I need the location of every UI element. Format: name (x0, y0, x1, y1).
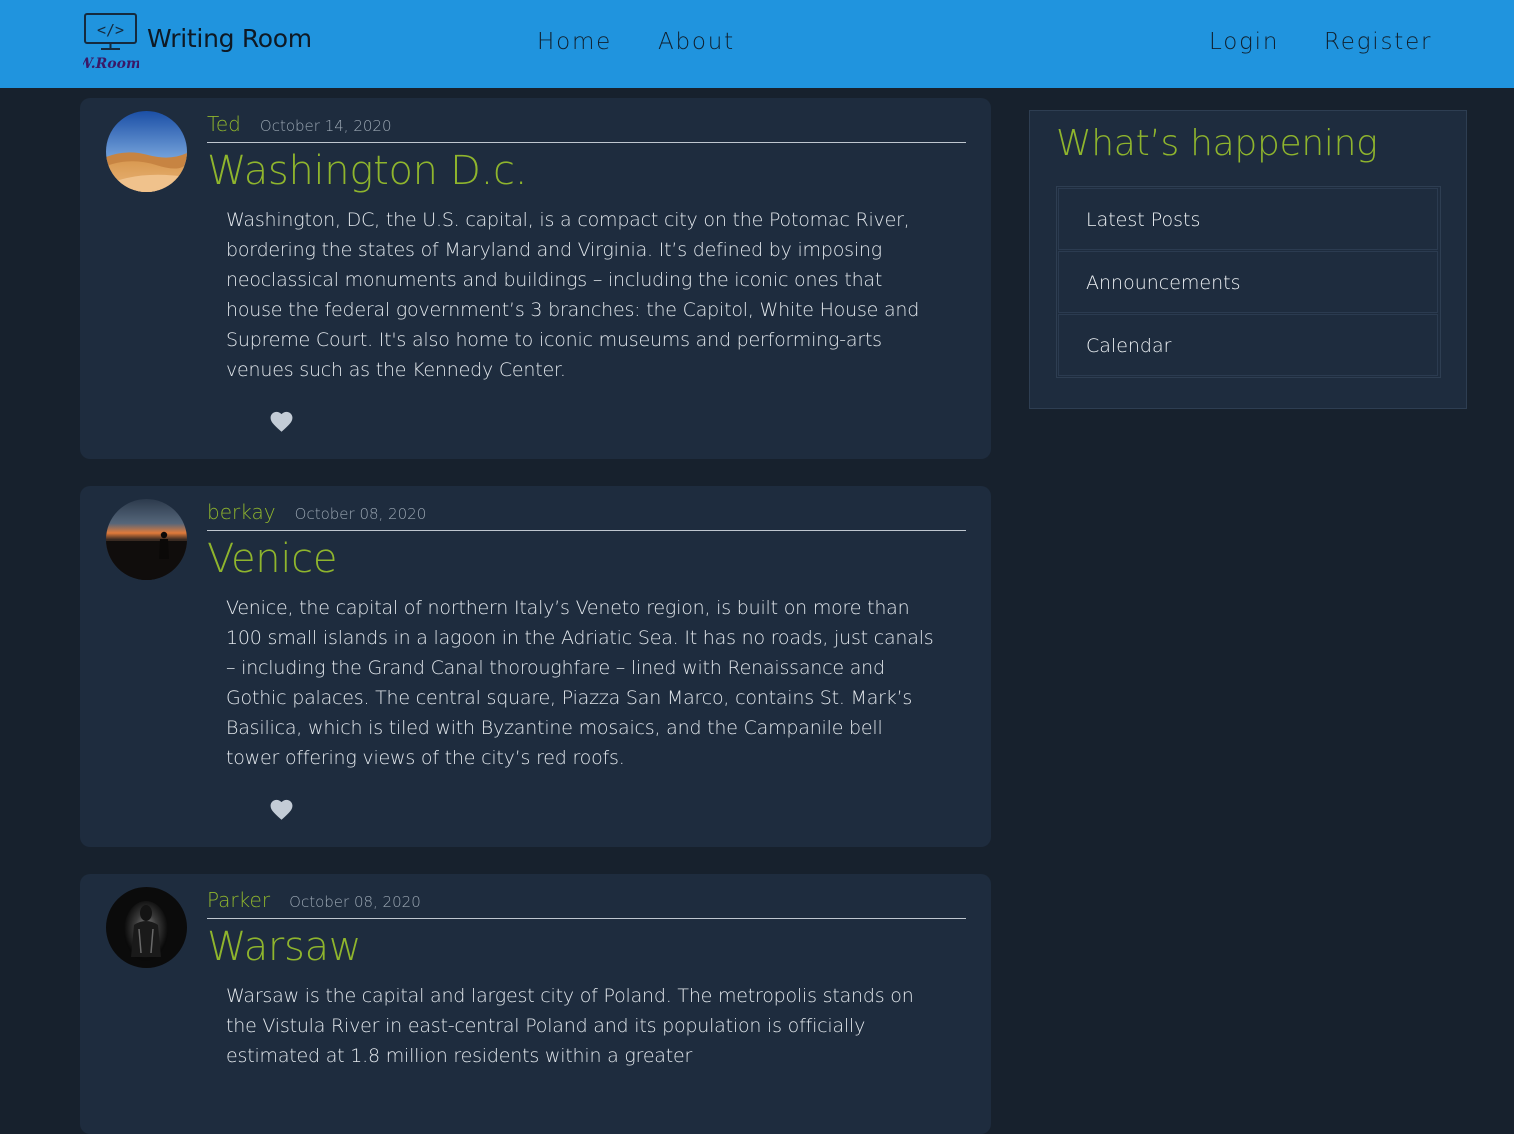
navbar: </> W.Room Writing Room Home About Login… (0, 0, 1514, 88)
post-author-link[interactable]: Parker (207, 888, 270, 912)
like-button[interactable] (269, 409, 294, 433)
sidebar-heading: What’s happening (1056, 123, 1378, 164)
post-date: October 08, 2020 (289, 893, 421, 911)
desert-dunes-avatar[interactable] (106, 111, 187, 192)
post-author-link[interactable]: Ted (207, 112, 241, 136)
sidebar-item-calendar[interactable]: Calendar (1058, 314, 1438, 376)
code-monitor-icon: </> W.Room (83, 13, 139, 72)
post-card: Parker October 08, 2020 Warsaw Warsaw is… (80, 874, 991, 1134)
sidebar-item-latest-posts[interactable]: Latest Posts (1058, 188, 1438, 250)
like-button[interactable] (269, 797, 294, 821)
sidebar-list: Latest Posts Announcements Calendar (1056, 186, 1441, 378)
post-title-link[interactable]: Warsaw (207, 924, 362, 970)
post-content: Warsaw is the capital and largest city o… (226, 985, 914, 1067)
post-author-link[interactable]: berkay (207, 500, 276, 524)
brand-link[interactable]: </> W.Room Writing Room (83, 12, 323, 74)
post-title-link[interactable]: Venice (207, 536, 337, 582)
svg-text:</>: </> (97, 21, 124, 39)
nav-home-link[interactable]: Home (537, 27, 612, 57)
nav-register-link[interactable]: Register (1324, 27, 1432, 57)
post-content: Washington, DC, the U.S. capital, is a c… (226, 209, 920, 381)
post-title-link[interactable]: Washington D.c. (207, 148, 527, 194)
post-meta: berkay October 08, 2020 (207, 500, 966, 531)
post-content: Venice, the capital of northern Italy’s … (226, 597, 934, 769)
post-date: October 08, 2020 (294, 505, 427, 523)
post-date: October 14, 2020 (259, 117, 392, 135)
post-meta: Parker October 08, 2020 (207, 888, 966, 919)
sidebar: What’s happening Latest Posts Announceme… (1029, 110, 1467, 409)
dark-figure-avatar[interactable] (106, 887, 187, 968)
svg-text:W.Room: W.Room (83, 56, 139, 72)
post-meta: Ted October 14, 2020 (207, 112, 966, 143)
sunset-silhouette-avatar[interactable] (106, 499, 187, 580)
heart-icon (270, 411, 293, 432)
nav-about-link[interactable]: About (658, 27, 735, 57)
post-card: Ted October 14, 2020 Washington D.c. Was… (80, 98, 991, 459)
nav-login-link[interactable]: Login (1209, 27, 1279, 57)
brand-name: Writing Room (147, 24, 312, 53)
heart-icon (270, 799, 293, 820)
post-card: berkay October 08, 2020 Venice Venice, t… (80, 486, 991, 847)
sidebar-item-announcements[interactable]: Announcements (1058, 251, 1438, 313)
